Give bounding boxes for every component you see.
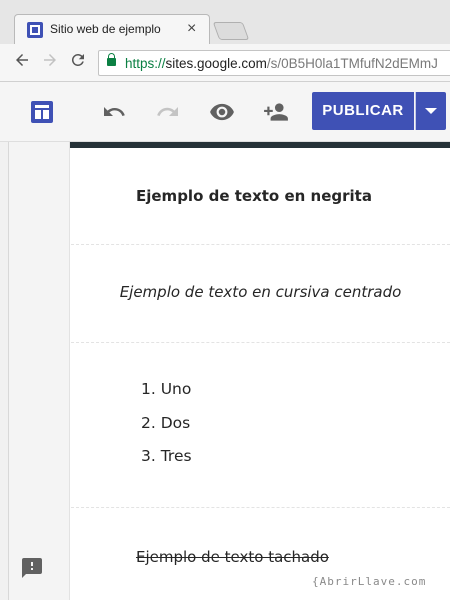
url-text: https://sites.google.com/s/0B5H0la1TMfuf…: [125, 56, 438, 71]
browser-navbar: https://sites.google.com/s/0B5H0la1TMfuf…: [0, 44, 450, 82]
new-tab-button[interactable]: [212, 22, 250, 40]
left-rail-panel: [8, 142, 70, 600]
text-section-list[interactable]: 1. Uno 2. Dos 3. Tres: [71, 343, 450, 508]
page-canvas: Ejemplo de texto en negrita Ejemplo de t…: [71, 148, 450, 600]
strikethrough-text[interactable]: Ejemplo de texto tachado: [136, 548, 329, 566]
list-item[interactable]: 2. Dos: [141, 414, 192, 448]
tab-close-icon[interactable]: ×: [187, 20, 196, 38]
redo-icon[interactable]: [154, 98, 182, 126]
add-person-icon[interactable]: [262, 98, 290, 126]
back-icon[interactable]: [10, 51, 34, 75]
tab-title: Sitio web de ejemplo: [50, 22, 161, 36]
numbered-list: 1. Uno 2. Dos 3. Tres: [141, 380, 192, 481]
sites-toolbar: PUBLICAR: [0, 82, 450, 142]
reload-icon[interactable]: [66, 51, 90, 75]
publish-button[interactable]: PUBLICAR: [312, 92, 414, 130]
address-bar[interactable]: https://sites.google.com/s/0B5H0la1TMfuf…: [98, 50, 450, 76]
text-section-italic[interactable]: Ejemplo de texto en cursiva centrado: [71, 245, 450, 343]
google-sites-favicon-icon: [27, 22, 43, 38]
publish-options-chevron-down-icon[interactable]: [415, 92, 446, 130]
watermark: {AbrirLlave.com: [312, 575, 427, 588]
undo-icon[interactable]: [100, 98, 128, 126]
page-layout-icon[interactable]: [28, 98, 56, 126]
browser-tab[interactable]: Sitio web de ejemplo ×: [14, 14, 210, 44]
text-section-bold[interactable]: Ejemplo de texto en negrita: [71, 148, 450, 245]
bold-text[interactable]: Ejemplo de texto en negrita: [136, 187, 372, 205]
browser-tab-strip: Sitio web de ejemplo ×: [0, 0, 450, 44]
eye-icon[interactable]: [208, 98, 236, 126]
feedback-icon[interactable]: [20, 556, 44, 578]
forward-icon[interactable]: [38, 51, 62, 75]
left-rail: [0, 142, 70, 600]
list-item[interactable]: 3. Tres: [141, 447, 192, 481]
lock-icon: [107, 53, 116, 66]
italic-centered-text[interactable]: Ejemplo de texto en cursiva centrado: [71, 283, 450, 301]
list-item[interactable]: 1. Uno: [141, 380, 192, 414]
